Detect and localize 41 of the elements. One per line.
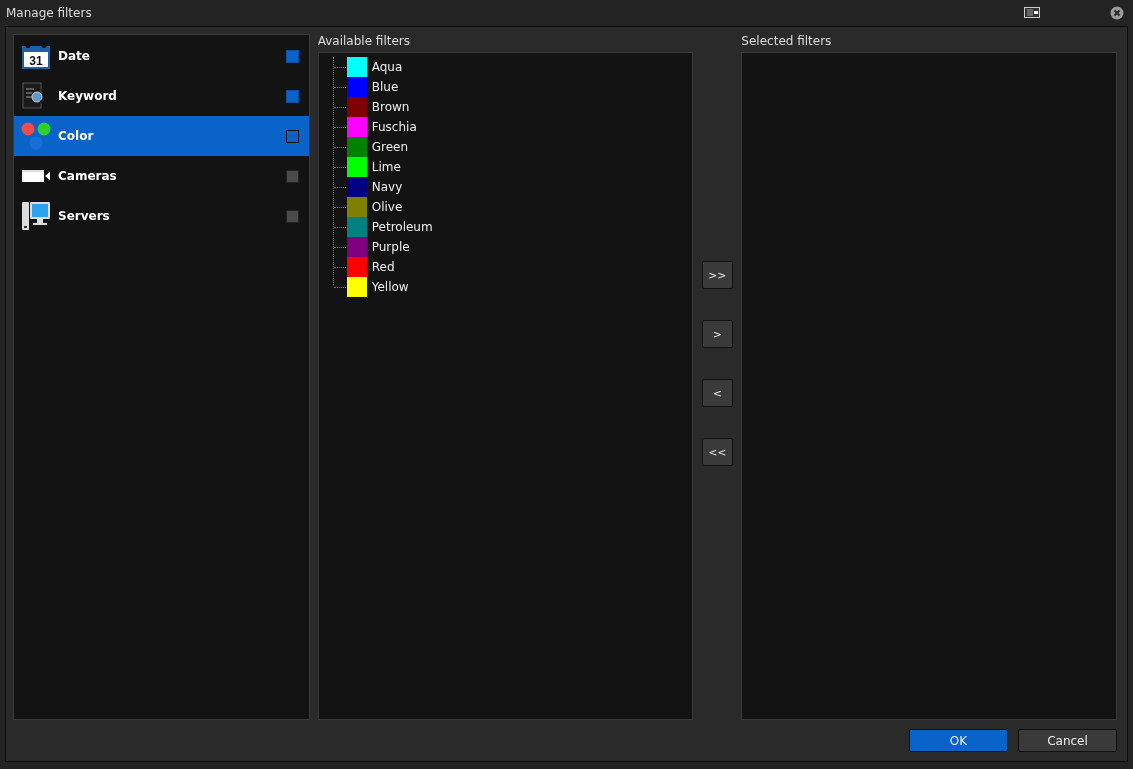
category-item[interactable]: 31 Date [14, 36, 309, 76]
category-item[interactable]: Keyword [14, 76, 309, 116]
category-label: Color [58, 129, 95, 143]
computer-icon [21, 200, 51, 232]
category-label: Date [58, 49, 91, 63]
filter-item[interactable]: Yellow [333, 277, 693, 297]
filter-item[interactable]: Petroleum [333, 217, 693, 237]
category-label: Cameras [58, 169, 118, 183]
filter-item[interactable]: Green [333, 137, 693, 157]
window-icon[interactable] [1024, 7, 1040, 18]
panel-label: Selected filters [741, 34, 833, 50]
move-button[interactable]: < [701, 379, 733, 407]
colored-circles-icon [21, 121, 51, 151]
panel-label: Available filters [317, 34, 412, 50]
checkbox[interactable] [285, 209, 299, 223]
filter-item[interactable]: Lime [333, 157, 693, 177]
category-item[interactable]: Cameras [14, 156, 309, 196]
checkbox[interactable] [285, 169, 299, 183]
filter-item[interactable]: Fuschia [333, 117, 693, 137]
checkbox[interactable] [285, 89, 299, 103]
filter-item[interactable]: Purple [333, 237, 693, 257]
move-button[interactable]: << [701, 438, 733, 466]
move-button[interactable]: >> [701, 261, 733, 289]
category-label: Keyword [58, 89, 118, 103]
category-item[interactable]: Color [14, 116, 309, 156]
close-icon[interactable] [1110, 5, 1124, 20]
filter-item[interactable]: Red [333, 257, 693, 277]
category-item[interactable]: Servers [14, 196, 309, 236]
checkbox[interactable] [285, 49, 299, 63]
move-button[interactable]: > [701, 320, 733, 348]
filter-item[interactable]: Blue [333, 77, 693, 97]
filter-item[interactable]: Navy [333, 177, 693, 197]
filter-item[interactable]: Aqua [333, 57, 693, 77]
filter-item[interactable]: Olive [333, 197, 693, 217]
category-label: Servers [58, 209, 111, 223]
window-title: Manage filters [6, 5, 93, 20]
cancel-button[interactable]: Cancel [1018, 729, 1117, 752]
filter-item[interactable]: Brown [333, 97, 693, 117]
ok-button[interactable]: OK [909, 729, 1008, 752]
camera-icon [21, 168, 51, 184]
checkbox[interactable] [285, 129, 299, 143]
